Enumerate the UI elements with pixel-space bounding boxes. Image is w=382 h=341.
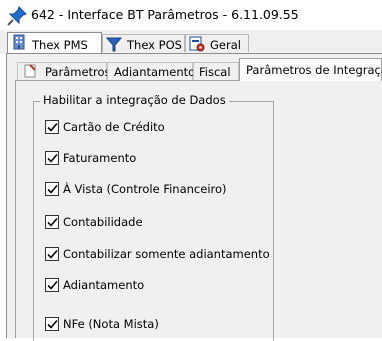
- checkbox[interactable]: [45, 247, 59, 261]
- checkbox[interactable]: [45, 278, 59, 292]
- option-label: À Vista (Controle Financeiro): [63, 182, 227, 196]
- group-title: Habilitar a integração de Dados: [40, 93, 229, 107]
- tab-label: Parâmetros de Integração: [246, 63, 382, 77]
- window-title: 642 - Interface BT Parâmetros - 6.11.09.…: [31, 7, 299, 22]
- checkbox[interactable]: [45, 151, 59, 165]
- tab-label: Fiscal: [199, 65, 231, 79]
- option-label: NFe (Nota Mista): [63, 317, 159, 331]
- tab-geral[interactable]: Geral: [185, 34, 249, 52]
- title-bar: 642 - Interface BT Parâmetros - 6.11.09.…: [0, 0, 382, 30]
- tab-label: Adiantamento: [114, 65, 196, 79]
- tab-parametros[interactable]: Parâmetros: [17, 62, 111, 80]
- checkbox[interactable]: [45, 317, 59, 331]
- tab-parametros-integracao[interactable]: Parâmetros de Integração: [239, 58, 382, 81]
- checkbox[interactable]: [45, 120, 59, 134]
- option-label: Contabilidade: [63, 215, 143, 229]
- document-icon: [24, 64, 36, 78]
- tab-fiscal[interactable]: Fiscal: [193, 62, 239, 80]
- funnel-icon: [106, 37, 122, 52]
- option-label: Faturamento: [63, 151, 137, 165]
- tab-label: Geral: [210, 38, 241, 52]
- option-label: Contabilizar somente adiantamento: [63, 247, 270, 261]
- tab-label: Thex POS: [127, 38, 182, 52]
- tab-label: Thex PMS: [32, 38, 88, 52]
- building-icon: [13, 34, 25, 50]
- checkbox[interactable]: [45, 182, 59, 196]
- tab-label: Parâmetros: [45, 65, 111, 79]
- option-label: Adiantamento: [63, 278, 145, 292]
- tab-thex-pms[interactable]: Thex PMS: [7, 32, 102, 53]
- pushpin-icon: [7, 6, 27, 26]
- tab-thex-pos[interactable]: Thex POS: [102, 34, 185, 52]
- settings-doc-icon: [189, 36, 205, 52]
- checkbox[interactable]: [45, 215, 59, 229]
- option-label: Cartão de Crédito: [63, 120, 165, 134]
- tab-adiantamento[interactable]: Adiantamento: [107, 62, 196, 80]
